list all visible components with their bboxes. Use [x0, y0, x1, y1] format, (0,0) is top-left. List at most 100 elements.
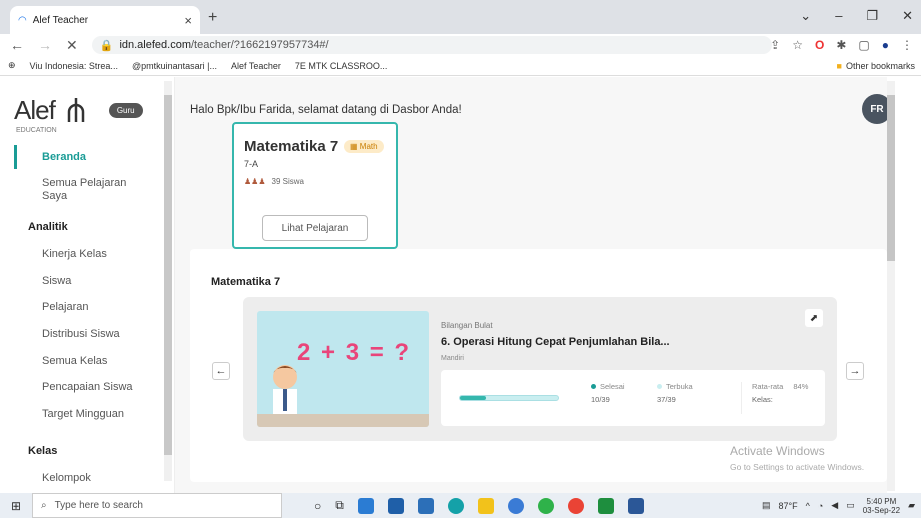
taskbar-search[interactable]: ⌕ Type here to search: [32, 493, 282, 518]
lesson-stats: Selesai 10/39 Terbuka 37/39 Rata-rata 84% K…: [441, 370, 825, 426]
file-explorer-icon[interactable]: [477, 497, 494, 514]
boy-illustration-icon: [273, 365, 297, 419]
taskbar: ⊞ ⌕ Type here to search ○ ⧉ ▤ 87°F ^ ◔ ◀…: [0, 493, 921, 518]
main-content: Halo Bpk/Ibu Farida, selamat datang di D…: [175, 77, 892, 493]
grid-icon: ▦: [350, 142, 358, 151]
stop-icon[interactable]: ✕: [66, 37, 78, 54]
app-icon[interactable]: [507, 497, 524, 514]
sidebar-item-kelompok[interactable]: Kelompok: [42, 472, 91, 484]
sidebar-item-beranda[interactable]: Beranda: [42, 151, 86, 163]
chrome-icon[interactable]: [567, 497, 584, 514]
forward-icon[interactable]: →: [38, 37, 52, 54]
loading-icon: ◠: [18, 14, 27, 26]
course-class: 7-A: [244, 159, 259, 169]
sidebar: Alef EDUCATION Guru Beranda Semua Pelaja…: [0, 77, 175, 493]
folder-icon: ■: [836, 60, 842, 71]
lesson-title[interactable]: 6. Operasi Hitung Cepat Penjumlahan Bila…: [441, 336, 670, 348]
students-icon: ♟♟♟: [244, 177, 266, 186]
sidebar-item-semua-kelas[interactable]: Semua Kelas: [42, 355, 107, 367]
greeting: Halo Bpk/Ibu Farida, selamat datang di D…: [190, 104, 462, 116]
stat-open: Terbuka 37/39: [657, 382, 693, 404]
stat-average: Rata-rata 84% Kelas:: [741, 382, 808, 414]
bookmark-apps-icon[interactable]: ⊕: [8, 60, 16, 71]
address-bar-row: ← → ✕ 🔒 idn.alefed.com/teacher/?16621979…: [0, 34, 921, 56]
minimize-icon[interactable]: –: [835, 8, 842, 24]
network-icon[interactable]: ◔: [818, 501, 823, 511]
next-arrow-icon[interactable]: →: [846, 362, 864, 380]
windows-start-icon[interactable]: ⊞: [0, 499, 32, 513]
panel-title: Matematika 7: [211, 276, 281, 288]
menu-icon[interactable]: ⋮: [901, 38, 913, 52]
lesson-mode: Mandiri: [441, 355, 464, 362]
sidebar-item-pelajaran[interactable]: Pelajaran: [42, 301, 88, 313]
other-bookmarks[interactable]: ■ Other bookmarks: [837, 61, 915, 71]
alef-logo-mark-icon: [67, 97, 85, 122]
back-icon[interactable]: ←: [10, 37, 24, 54]
sidebar-item-target-mingguan[interactable]: Target Mingguan: [42, 408, 124, 420]
opera-icon[interactable]: O: [815, 38, 824, 52]
notification-icon[interactable]: ▰: [908, 500, 915, 511]
tab-search-icon[interactable]: ⌄: [800, 8, 811, 24]
sidebar-header-kelas: Kelas: [28, 445, 58, 457]
restore-icon[interactable]: ❐: [866, 8, 878, 24]
lesson-card[interactable]: 2 + 3 = ? Bilangan Bulat 6. Operasi Hitu…: [243, 297, 837, 441]
close-window-icon[interactable]: ✕: [902, 8, 913, 24]
new-tab-icon[interactable]: +: [208, 9, 217, 27]
active-indicator: [14, 145, 17, 169]
battery-icon[interactable]: ▭: [846, 500, 855, 511]
course-card[interactable]: Matematika 7 ▦ Math 7-A ♟♟♟ 39 Siswa Lih…: [232, 122, 398, 249]
window-controls: ⌄ – ❐ ✕: [800, 8, 913, 24]
bookmark-item[interactable]: @pmtkuinantasari |...: [132, 61, 217, 71]
activate-windows-title: Activate Windows: [730, 444, 825, 458]
course-title: Matematika 7: [244, 138, 339, 155]
mail-icon[interactable]: [417, 497, 434, 514]
star-icon[interactable]: ☆: [792, 38, 803, 52]
weather-temp[interactable]: 87°F: [779, 501, 798, 511]
ground-strip: [257, 414, 429, 427]
whatsapp-icon[interactable]: [537, 497, 554, 514]
search-icon: ⌕: [41, 500, 47, 511]
prev-arrow-icon[interactable]: ←: [212, 362, 230, 380]
progress-fill: [460, 396, 487, 400]
cortana-icon[interactable]: ○: [314, 499, 321, 513]
sidebar-scroll-thumb[interactable]: [164, 95, 172, 455]
open-external-icon[interactable]: ⬈: [805, 309, 823, 327]
role-badge: Guru: [108, 103, 143, 118]
lesson-thumbnail: 2 + 3 = ?: [257, 311, 429, 427]
edge-icon[interactable]: [447, 497, 464, 514]
task-view-icon[interactable]: ⧉: [335, 498, 344, 513]
student-count: ♟♟♟ 39 Siswa: [244, 177, 304, 186]
clock[interactable]: 5:40 PM 03-Sep-22: [863, 497, 900, 515]
app-icon[interactable]: [357, 497, 374, 514]
share-icon[interactable]: ⇪: [770, 38, 780, 52]
main-scrollbar[interactable]: [887, 77, 921, 493]
scroll-thumb[interactable]: [887, 95, 895, 261]
weather-icon[interactable]: ▤: [762, 500, 771, 511]
extensions-icon[interactable]: ✱: [836, 38, 846, 52]
tray-chevron-icon[interactable]: ^: [806, 501, 810, 511]
browser-tab[interactable]: ◠ Alef Teacher ×: [10, 6, 200, 34]
subject-badge: ▦ Math: [344, 140, 384, 153]
bookmark-item[interactable]: Viu Indonesia: Strea...: [30, 61, 118, 71]
sidepanel-icon[interactable]: ▢: [858, 38, 869, 52]
app-area: Alef EDUCATION Guru Beranda Semua Pelaja…: [0, 77, 921, 493]
sidebar-item-semua-pelajaran[interactable]: Semua Pelajaran Saya: [42, 177, 142, 203]
word-icon[interactable]: [627, 497, 644, 514]
sidebar-item-pencapaian-siswa[interactable]: Pencapaian Siswa: [42, 381, 133, 393]
view-lessons-button[interactable]: Lihat Pelajaran: [262, 215, 368, 241]
app-icon[interactable]: [387, 497, 404, 514]
bookmark-item[interactable]: 7E MTK CLASSROO...: [295, 61, 388, 71]
drive-icon[interactable]: [597, 497, 614, 514]
volume-icon[interactable]: ◀: [831, 500, 838, 511]
browser-tab-bar: ◠ Alef Teacher × + ⌄ – ❐ ✕: [0, 0, 921, 34]
alef-logo[interactable]: Alef EDUCATION Guru: [14, 95, 143, 134]
sidebar-item-distribusi-siswa[interactable]: Distribusi Siswa: [42, 328, 120, 340]
close-tab-icon[interactable]: ×: [184, 13, 192, 28]
bookmark-item[interactable]: Alef Teacher: [231, 61, 281, 71]
profile-icon[interactable]: ●: [882, 38, 889, 52]
sidebar-item-kinerja-kelas[interactable]: Kinerja Kelas: [42, 248, 107, 260]
sidebar-item-siswa[interactable]: Siswa: [42, 275, 71, 287]
tab-title: Alef Teacher: [32, 14, 89, 26]
url-field[interactable]: 🔒 idn.alefed.com/teacher/?1662197957734#…: [91, 36, 772, 54]
activate-windows-sub: Go to Settings to activate Windows.: [730, 462, 865, 472]
